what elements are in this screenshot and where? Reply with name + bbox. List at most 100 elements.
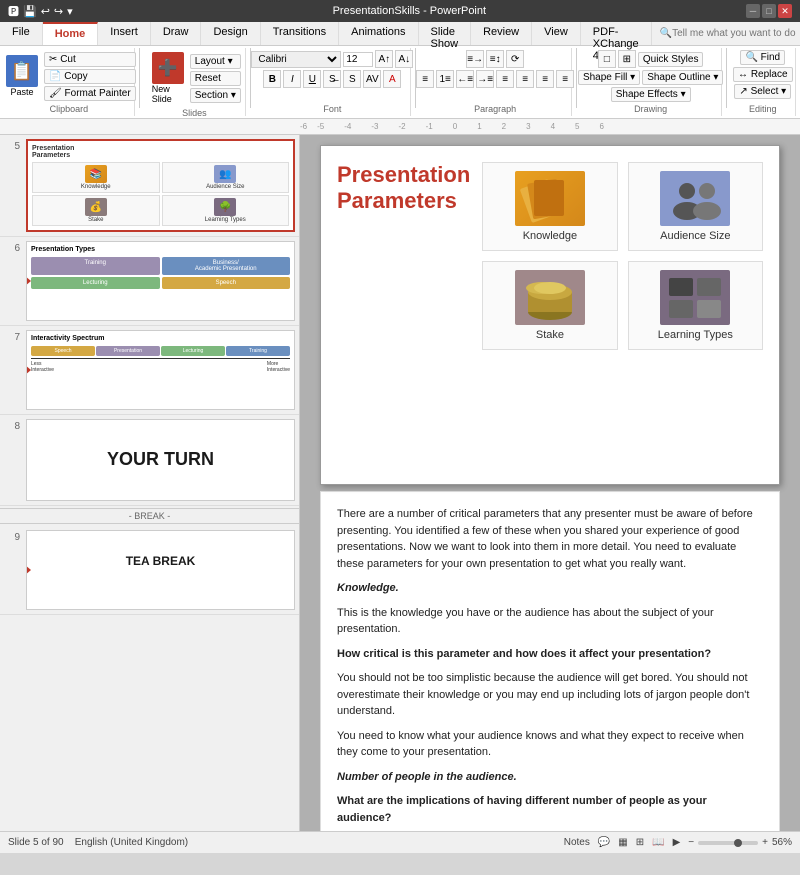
slide-item-7[interactable]: 7 Interactivity Spectrum Speech Presenta… [0, 326, 299, 415]
ribbon-tabs: File Home Insert Draw Design Transitions… [0, 22, 800, 46]
italic-button[interactable]: I [283, 70, 301, 88]
smartart-button[interactable]: ⟳ [506, 50, 524, 68]
s5-audience-label: Audience Size [206, 184, 244, 190]
copy-button[interactable]: 📄 Copy [44, 69, 136, 84]
text-shadow-button[interactable]: S [343, 70, 361, 88]
ms5-header: PresentationParameters Knowledge [321, 146, 779, 358]
align-right-button[interactable]: ≡ [536, 70, 554, 88]
format-painter-button[interactable]: 🖌 Format Painter [44, 86, 136, 101]
tell-me-box[interactable]: 🔍 [652, 22, 800, 45]
slide-item-8[interactable]: 8 YOUR TURN [0, 415, 299, 506]
slide-thumb-8[interactable]: YOUR TURN [26, 419, 295, 501]
zoom-slider[interactable] [698, 841, 758, 845]
reset-button[interactable]: Reset [190, 71, 241, 86]
s5-learning: 🌳 Learning Types [162, 195, 290, 226]
shape-fill-button[interactable]: Shape Fill ▾ [578, 70, 640, 85]
editing-group: 🔍 Find ↔ Replace ↗ Select ▾ Editing [731, 48, 796, 116]
shape-outline-button[interactable]: Shape Outline ▾ [642, 70, 723, 85]
main-area: 5 PresentationParameters 📚 Knowledge 👥 A… [0, 135, 800, 831]
bullets-button[interactable]: ≡ [416, 70, 434, 88]
tab-home[interactable]: Home [43, 22, 99, 45]
decrease-indent-button[interactable]: ←≡ [456, 70, 474, 88]
tell-me-input[interactable] [672, 28, 800, 39]
notes-button[interactable]: Notes [564, 837, 590, 848]
layout-button[interactable]: Layout ▾ [190, 54, 241, 69]
slide-thumb-6[interactable]: Presentation Types Training Business/Aca… [26, 241, 295, 321]
slide-item-5[interactable]: 5 PresentationParameters 📚 Knowledge 👥 A… [0, 135, 299, 237]
close-button[interactable]: ✕ [778, 4, 792, 18]
font-size-up[interactable]: A↑ [375, 50, 393, 68]
find-button[interactable]: 🔍 Find [740, 50, 785, 65]
tab-transitions[interactable]: Transitions [261, 22, 339, 45]
bold-button[interactable]: B [263, 70, 281, 88]
clipboard-buttons: 📋 Paste ✂ Cut 📄 Copy 🖌 Format Painter [2, 50, 136, 102]
comments-icon[interactable]: 💬 [598, 837, 610, 848]
select-button[interactable]: ↗ Select ▾ [734, 84, 791, 99]
arrange-button[interactable]: ⊞ [618, 50, 636, 68]
slide-sorter-icon[interactable]: ⊞ [636, 837, 644, 848]
quick-styles-button[interactable]: Quick Styles [638, 52, 704, 67]
tab-review[interactable]: Review [471, 22, 532, 45]
tab-design[interactable]: Design [201, 22, 260, 45]
slide-thumb-7[interactable]: Interactivity Spectrum Speech Presentati… [26, 330, 295, 410]
justify-button[interactable]: ≡ [556, 70, 574, 88]
normal-view-icon[interactable]: ▦ [618, 837, 627, 848]
quick-undo[interactable]: ↩ [41, 5, 50, 18]
tab-slideshow[interactable]: Slide Show [419, 22, 472, 45]
zoom-in-icon[interactable]: + [762, 837, 768, 848]
tab-animations[interactable]: Animations [339, 22, 418, 45]
tab-view[interactable]: View [532, 22, 581, 45]
ms5-stake-label: Stake [536, 329, 564, 341]
align-text-button[interactable]: ≡↕ [486, 50, 504, 68]
section-button[interactable]: Section ▾ [190, 88, 241, 103]
font-size-down[interactable]: A↓ [395, 50, 413, 68]
zoom-bar: − + 56% [688, 837, 792, 848]
app-icon: 🅿 [8, 3, 19, 19]
strikethrough-button[interactable]: S̶ [323, 70, 341, 88]
align-left-button[interactable]: ≡ [496, 70, 514, 88]
ms5-knowledge-label: Knowledge [523, 230, 577, 242]
cut-button[interactable]: ✂ Cut [44, 52, 136, 67]
s6-boxes: Training Business/Academic Presentation … [31, 257, 290, 289]
reading-view-icon[interactable]: 📖 [652, 837, 664, 848]
align-center-button[interactable]: ≡ [516, 70, 534, 88]
slide-thumb-5[interactable]: PresentationParameters 📚 Knowledge 👥 Aud… [26, 139, 295, 232]
tab-pdf[interactable]: PDF-XChange 4 [581, 22, 652, 45]
slide-num-7: 7 [4, 330, 20, 410]
shape-effects-button[interactable]: Shape Effects ▾ [611, 87, 691, 102]
font-size-input[interactable] [343, 52, 373, 67]
language-info: English (United Kingdom) [75, 837, 188, 848]
new-slide-button[interactable]: ➕ New Slide [148, 50, 188, 106]
maximize-button[interactable]: □ [762, 4, 776, 18]
minimize-button[interactable]: ─ [746, 4, 760, 18]
s7-labels: LessInteractive MoreInteractive [31, 361, 290, 373]
font-color-button[interactable]: A [383, 70, 401, 88]
slide-item-9[interactable]: 9 TEA BREAK [0, 526, 299, 615]
tab-file[interactable]: File [0, 22, 43, 45]
numbering-button[interactable]: 1≡ [436, 70, 454, 88]
replace-button[interactable]: ↔ Replace [733, 67, 792, 82]
char-spacing-button[interactable]: AV [363, 70, 381, 88]
text-direction-button[interactable]: ≡→ [466, 50, 484, 68]
slide-item-6[interactable]: 6 Presentation Types Training Business/A… [0, 237, 299, 326]
s5-audience: 👥 Audience Size [162, 162, 290, 193]
paragraph-group: ≡→ ≡↕ ⟳ ≡ 1≡ ←≡ →≡ ≡ ≡ ≡ ≡ Paragraph [420, 48, 572, 116]
paste-button[interactable]: 📋 Paste [2, 53, 42, 99]
clipboard-group: 📋 Paste ✂ Cut 📄 Copy 🖌 Format Painter Cl… [4, 48, 135, 116]
quick-save[interactable]: 💾 [23, 5, 37, 18]
quick-redo[interactable]: ↪ [54, 5, 63, 18]
s5-stake-label: Stake [88, 217, 103, 223]
s7-line [31, 358, 290, 359]
shape-button[interactable]: □ [598, 50, 616, 68]
slide-view: PresentationParameters Knowledge [300, 135, 800, 831]
slide-thumb-9[interactable]: TEA BREAK [26, 530, 295, 610]
underline-button[interactable]: U [303, 70, 321, 88]
slide-info: Slide 5 of 90 [8, 837, 64, 848]
zoom-out-icon[interactable]: − [688, 837, 694, 848]
font-family-select[interactable]: Calibri [251, 51, 341, 68]
increase-indent-button[interactable]: →≡ [476, 70, 494, 88]
slideshow-icon[interactable]: ▶ [673, 837, 681, 848]
tab-insert[interactable]: Insert [98, 22, 151, 45]
tab-draw[interactable]: Draw [151, 22, 202, 45]
s5-knowledge-label: Knowledge [81, 184, 111, 190]
